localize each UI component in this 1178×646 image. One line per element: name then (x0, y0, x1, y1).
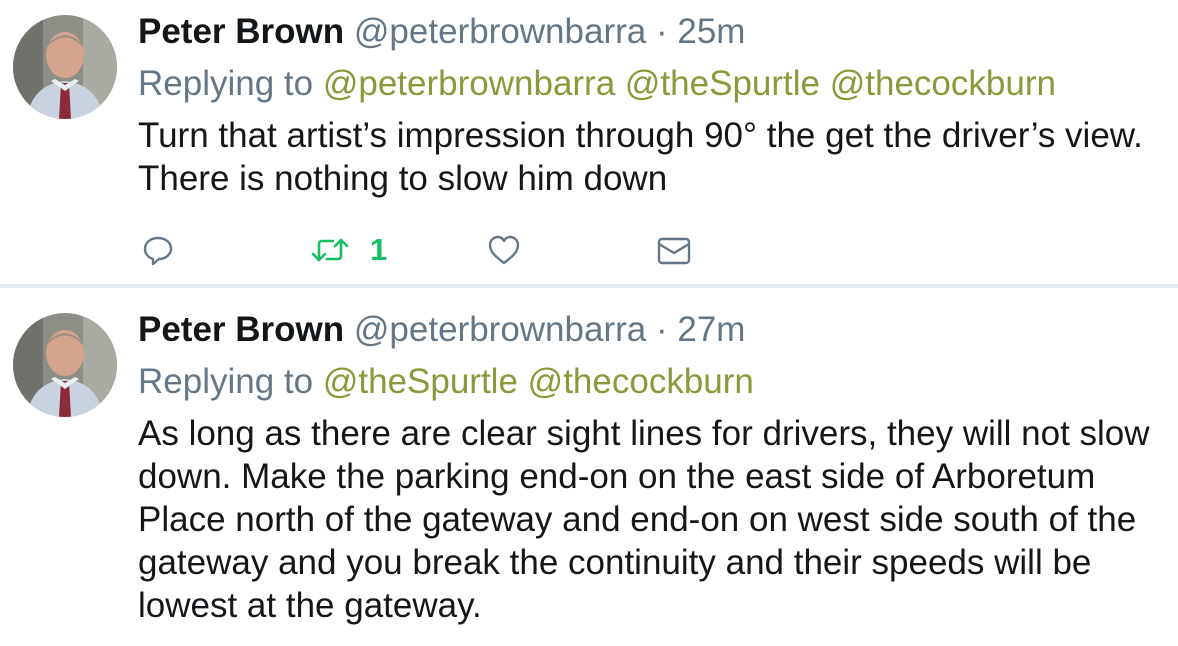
replying-to: Replying to @theSpurtle @thecockburn (138, 362, 754, 402)
timestamp[interactable]: 27m (677, 310, 745, 349)
author-name[interactable]: Peter Brown (138, 12, 344, 51)
tweet-text: As long as there are clear sight lines f… (138, 414, 1150, 625)
tweet-actions: 1 (0, 228, 1178, 272)
avatar[interactable] (13, 15, 117, 119)
separator-dot: · (655, 12, 668, 51)
reply-icon (143, 236, 173, 266)
heart-icon (488, 235, 520, 265)
retweet-icon (311, 238, 349, 262)
tweet-text: Turn that artist’s impression through 90… (138, 116, 1143, 198)
tweet-header: Peter Brown @peterbrownbarra · 27m (138, 310, 745, 350)
tweet[interactable]: Peter Brown @peterbrownbarra · 25m Reply… (0, 0, 1178, 284)
retweet-button[interactable]: 1 (310, 228, 387, 272)
mention-link[interactable]: @theSpurtle (625, 64, 820, 103)
timestamp[interactable]: 25m (677, 12, 745, 51)
author-handle[interactable]: @peterbrownbarra (354, 310, 646, 349)
mention-link[interactable]: @thecockburn (528, 362, 754, 401)
envelope-icon (657, 237, 691, 265)
replying-to-label: Replying to (138, 362, 314, 401)
author-handle[interactable]: @peterbrownbarra (354, 12, 646, 51)
tweet-header: Peter Brown @peterbrownbarra · 25m (138, 12, 745, 52)
author-name[interactable]: Peter Brown (138, 310, 344, 349)
separator-dot: · (655, 310, 668, 349)
mention-link[interactable]: @thecockburn (830, 64, 1056, 103)
retweet-count: 1 (370, 232, 388, 267)
avatar-photo (13, 15, 117, 119)
mention-link[interactable]: @peterbrownbarra (323, 64, 615, 103)
like-button[interactable] (486, 228, 522, 272)
reply-button[interactable] (141, 228, 175, 272)
direct-message-button[interactable] (656, 228, 692, 272)
mention-link[interactable]: @theSpurtle (323, 362, 518, 401)
tweet[interactable]: Peter Brown @peterbrownbarra · 27m Reply… (0, 290, 1178, 646)
avatar-photo (13, 313, 117, 417)
replying-to: Replying to @peterbrownbarra @theSpurtle… (138, 64, 1056, 104)
replying-to-label: Replying to (138, 64, 314, 103)
tweet-divider (0, 284, 1178, 288)
avatar[interactable] (13, 313, 117, 417)
